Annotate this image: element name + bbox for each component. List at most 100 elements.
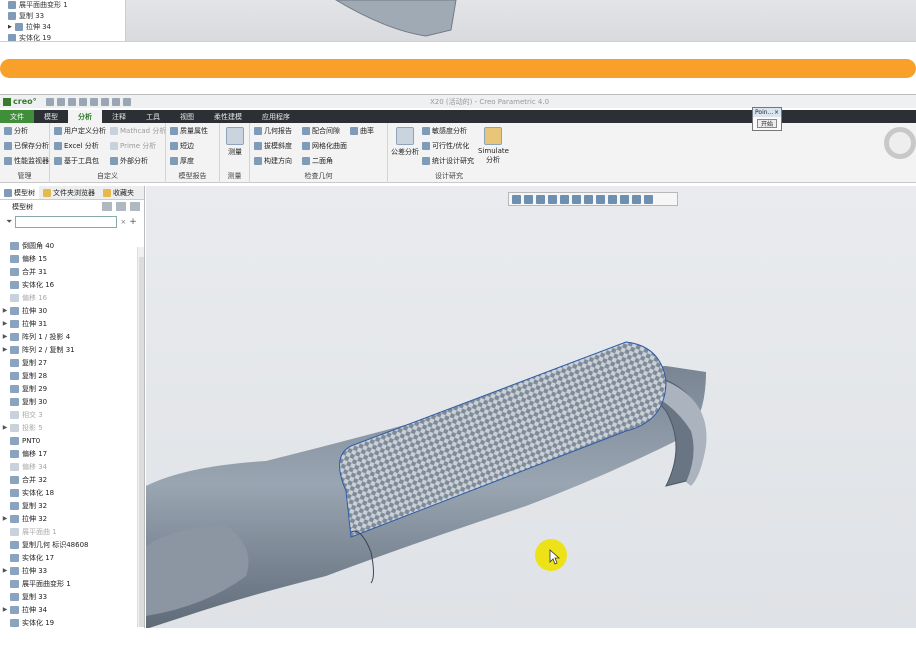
sensitivity-analysis-button[interactable]: 敏感度分析 bbox=[422, 125, 467, 137]
draft-button[interactable]: 拔模斜度 bbox=[254, 140, 292, 152]
tree-item[interactable]: 合并 32 bbox=[0, 473, 138, 486]
tab-favorites[interactable]: 收藏夹 bbox=[99, 186, 138, 199]
tree-item[interactable]: 偏移 17 bbox=[0, 447, 138, 460]
prime-analysis-button[interactable]: Prime 分析 bbox=[110, 140, 156, 152]
tab-file[interactable]: 文件 bbox=[0, 110, 34, 123]
tab-applications[interactable]: 应用程序 bbox=[252, 110, 300, 123]
search-input[interactable] bbox=[15, 216, 118, 228]
tree-item[interactable]: 合并 31 bbox=[0, 265, 138, 278]
start-button[interactable]: 开始 bbox=[757, 119, 777, 128]
tree-item[interactable]: ▶ 阵列 2 / 复制 31 bbox=[0, 343, 138, 356]
thickness-button[interactable]: 厚度 bbox=[170, 155, 194, 167]
model-graphics[interactable] bbox=[146, 186, 916, 628]
tree-item[interactable]: 复制 32 bbox=[0, 499, 138, 512]
tab-view[interactable]: 视图 bbox=[170, 110, 204, 123]
short-edge-button[interactable]: 短边 bbox=[170, 140, 194, 152]
mathcad-analysis-button[interactable]: Mathcad 分析 bbox=[110, 125, 166, 137]
tree-item[interactable]: ▶ 拉伸 33 bbox=[0, 564, 138, 577]
curvature-button[interactable]: 曲率 bbox=[350, 125, 374, 137]
feasibility-optimization-button[interactable]: 可行性/优化 bbox=[422, 140, 469, 152]
tree-item[interactable]: 实体化 19 bbox=[8, 32, 51, 41]
tree-item[interactable]: 复制 29 bbox=[0, 382, 138, 395]
mating-clearance-button[interactable]: 配合间隙 bbox=[302, 125, 340, 137]
group-label[interactable]: 模型报告 bbox=[166, 171, 219, 181]
tree-item[interactable]: ▶ 阵列 1 / 投影 4 bbox=[0, 330, 138, 343]
group-label[interactable]: 管理 bbox=[0, 171, 49, 181]
settings-icon[interactable] bbox=[102, 202, 112, 211]
tree-item[interactable]: 实体化 16 bbox=[0, 278, 138, 291]
tree-item[interactable]: 实体化 17 bbox=[0, 551, 138, 564]
tree-item[interactable]: 偏移 34 bbox=[0, 460, 138, 473]
tree-item[interactable]: 偏移 15 bbox=[0, 252, 138, 265]
tree-item[interactable]: 实体化 18 bbox=[0, 486, 138, 499]
group-label[interactable]: 检查几何 bbox=[250, 171, 387, 181]
tree-item[interactable]: 复制几何 标识48608 bbox=[0, 538, 138, 551]
analysis-button[interactable]: 分析 bbox=[4, 125, 28, 137]
tab-model-tree[interactable]: 模型树 bbox=[0, 186, 39, 199]
add-icon[interactable]: + bbox=[129, 217, 137, 227]
tab-tools[interactable]: 工具 bbox=[136, 110, 170, 123]
save-icon[interactable] bbox=[67, 97, 76, 106]
tree-item[interactable]: 展平面曲 1 bbox=[0, 525, 138, 538]
tab-annotate[interactable]: 注释 bbox=[102, 110, 136, 123]
measure-button[interactable]: 测量 bbox=[220, 127, 250, 157]
user-defined-analysis-button[interactable]: 用户定义分析 bbox=[54, 125, 106, 137]
tree-item[interactable]: 相交 3 bbox=[0, 408, 138, 421]
simulate-analysis-button[interactable]: Simulate 分析 bbox=[478, 127, 509, 165]
expand-arrow-icon[interactable]: ▶ bbox=[0, 333, 10, 340]
tree-item[interactable]: 复制 27 bbox=[0, 356, 138, 369]
saved-analysis-button[interactable]: 已保存分析 bbox=[4, 140, 49, 152]
mass-properties-button[interactable]: 质量属性 bbox=[170, 125, 208, 137]
expand-arrow-icon[interactable]: ▶ bbox=[0, 606, 10, 613]
graphics-viewport[interactable] bbox=[146, 186, 916, 628]
undo-icon[interactable] bbox=[78, 97, 87, 106]
tree-item[interactable]: 实体化 19 bbox=[0, 616, 138, 628]
windows-icon[interactable] bbox=[111, 97, 120, 106]
tree-item[interactable]: ▶ 拉伸 31 bbox=[0, 317, 138, 330]
tree-item[interactable]: 复制 28 bbox=[0, 369, 138, 382]
tree-item[interactable]: PNT0 bbox=[0, 434, 138, 447]
tree-item[interactable]: 倒圆角 40 bbox=[0, 239, 138, 252]
close-window-icon[interactable] bbox=[122, 97, 131, 106]
filter-icon[interactable]: ⏷ bbox=[6, 217, 12, 227]
toolkit-based-button[interactable]: 基于工具包 bbox=[54, 155, 99, 167]
performance-monitor-button[interactable]: 性能监视器 bbox=[4, 155, 49, 167]
tree-item[interactable]: 偏移 16 bbox=[0, 291, 138, 304]
dihedral-angle-button[interactable]: 二面角 bbox=[302, 155, 333, 167]
tab-model[interactable]: 模型 bbox=[34, 110, 68, 123]
expand-arrow-icon[interactable]: ▶ bbox=[0, 424, 10, 431]
tree-item[interactable]: ▶ 拉伸 34 bbox=[0, 603, 138, 616]
expand-arrow-icon[interactable]: ▶ bbox=[0, 567, 10, 574]
tree-item[interactable]: 复制 33 bbox=[8, 10, 44, 21]
redo-icon[interactable] bbox=[89, 97, 98, 106]
tab-flexible-modeling[interactable]: 柔性建模 bbox=[204, 110, 252, 123]
build-direction-button[interactable]: 构建方向 bbox=[254, 155, 292, 167]
show-icon[interactable] bbox=[116, 202, 126, 211]
statistical-design-study-button[interactable]: 统计设计研究 bbox=[422, 155, 474, 167]
open-icon[interactable] bbox=[56, 97, 65, 106]
tree-item[interactable]: ▶ 拉伸 32 bbox=[0, 512, 138, 525]
expand-arrow-icon[interactable]: ▶ bbox=[0, 307, 10, 314]
tab-analysis[interactable]: 分析 bbox=[68, 110, 102, 123]
expand-arrow-icon[interactable]: ▶ bbox=[0, 320, 10, 327]
tree-item[interactable]: ▶ 拉伸 30 bbox=[0, 304, 138, 317]
tree-item[interactable]: 复制 30 bbox=[0, 395, 138, 408]
tolerance-analysis-button[interactable]: 公差分析 bbox=[390, 127, 420, 157]
tree-item[interactable]: 复制 33 bbox=[0, 590, 138, 603]
columns-icon[interactable] bbox=[130, 202, 140, 211]
clear-icon[interactable]: × bbox=[120, 218, 126, 226]
new-icon[interactable] bbox=[45, 97, 54, 106]
regenerate-icon[interactable] bbox=[100, 97, 109, 106]
excel-analysis-button[interactable]: Excel 分析 bbox=[54, 140, 99, 152]
expand-arrow-icon[interactable]: ▶ bbox=[0, 346, 10, 353]
tree-item[interactable]: ▶ 拉伸 34 bbox=[8, 21, 51, 32]
external-analysis-button[interactable]: 外部分析 bbox=[110, 155, 148, 167]
tree-scrollbar[interactable] bbox=[137, 247, 144, 627]
tree-item[interactable]: 展平面曲变形 1 bbox=[8, 0, 68, 10]
tree-item[interactable]: ▶ 投影 5 bbox=[0, 421, 138, 434]
mesh-surface-button[interactable]: 网格化曲面 bbox=[302, 140, 347, 152]
tab-folder-browser[interactable]: 文件夹浏览器 bbox=[39, 186, 99, 199]
expand-arrow-icon[interactable]: ▶ bbox=[0, 515, 10, 522]
close-icon[interactable]: × bbox=[774, 109, 779, 116]
geometry-report-button[interactable]: 几何报告 bbox=[254, 125, 292, 137]
